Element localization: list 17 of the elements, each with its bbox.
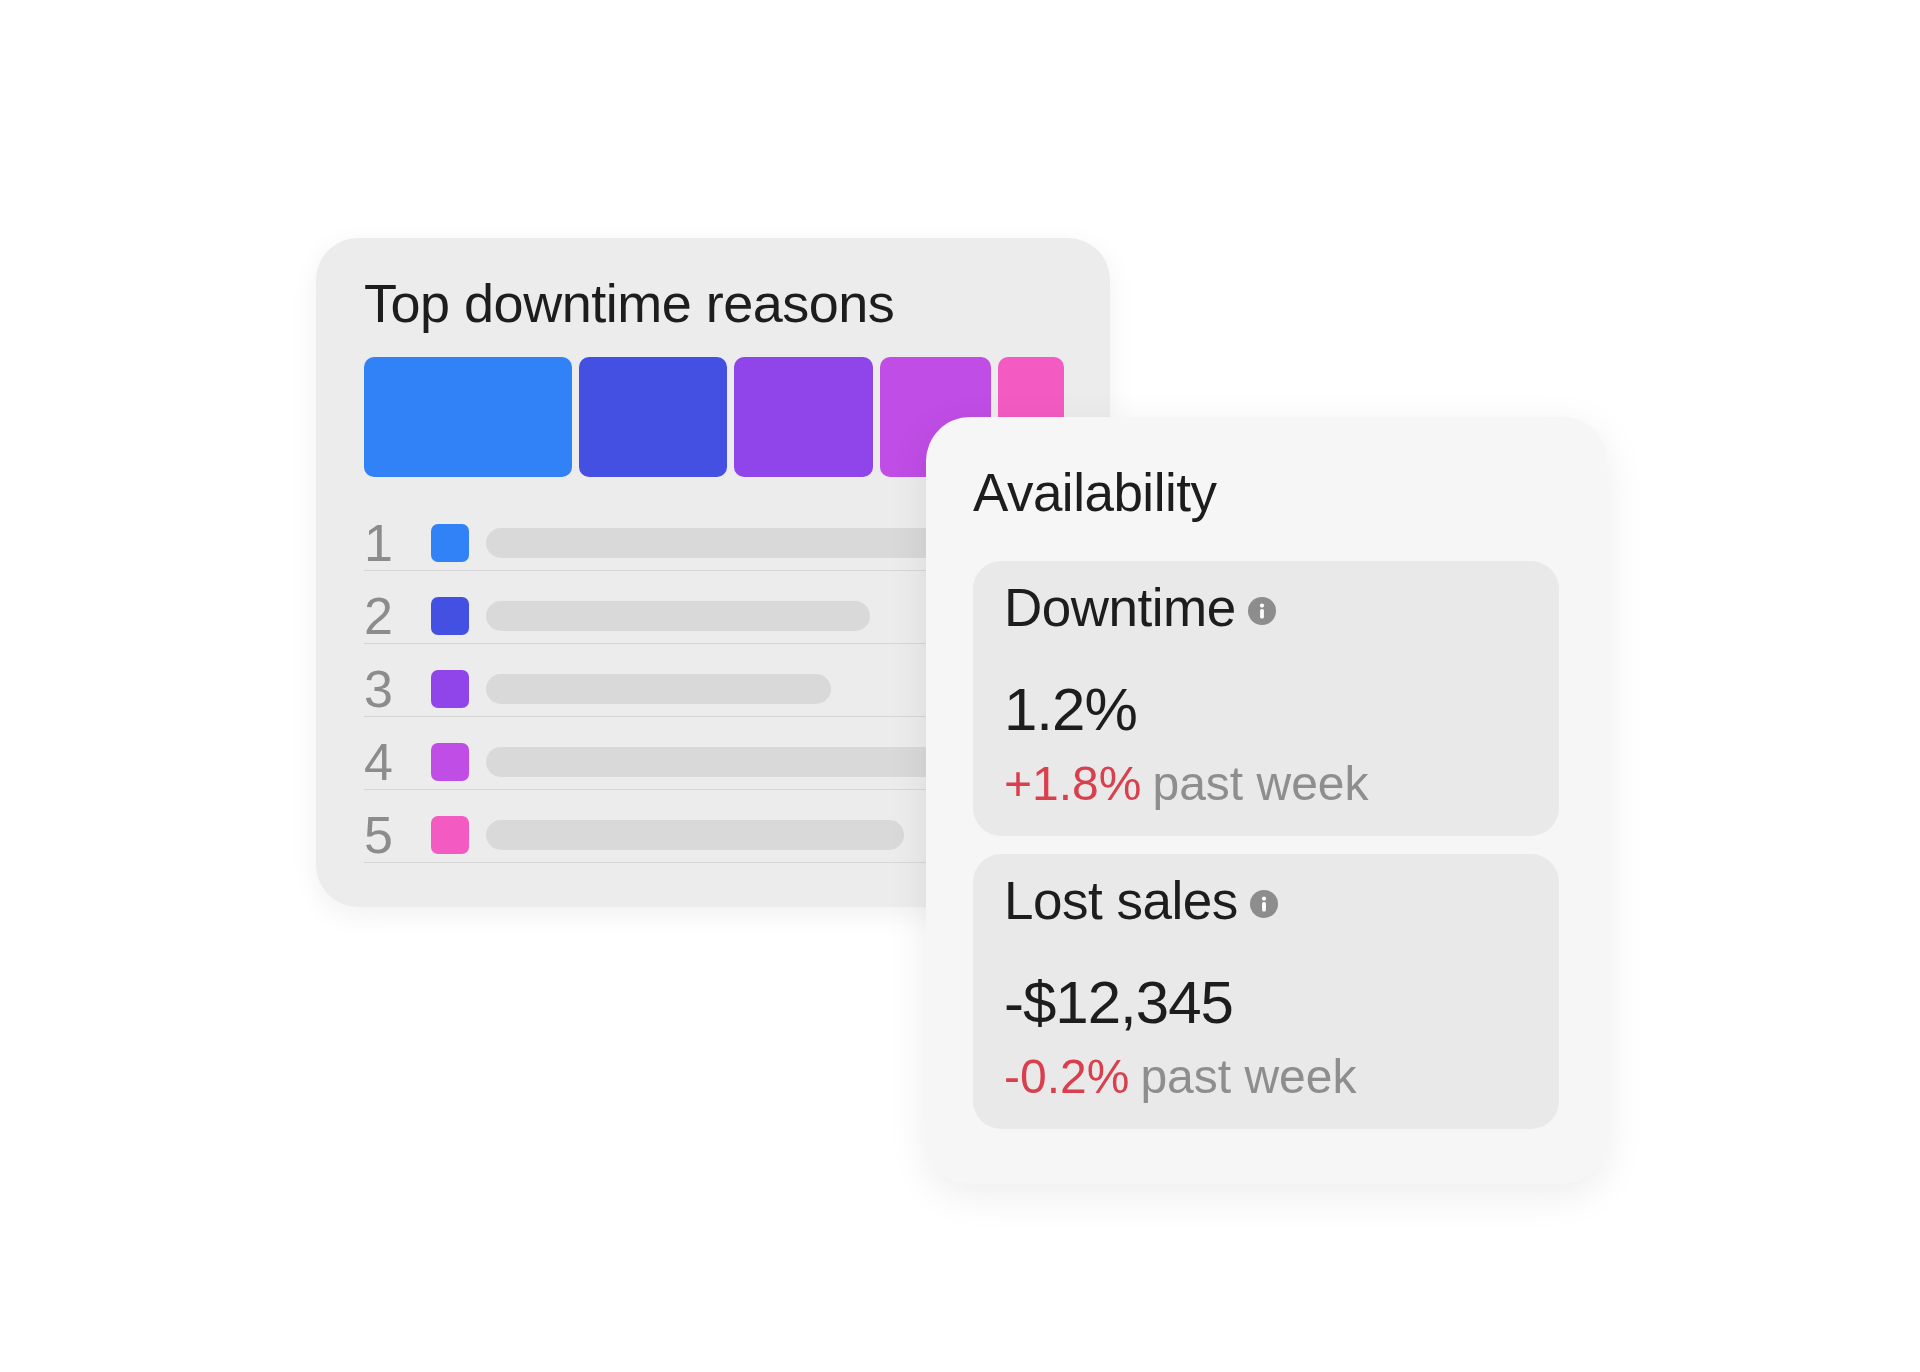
change-value: +1.8% bbox=[1004, 756, 1142, 811]
period-label: past week bbox=[1140, 1049, 1357, 1104]
rank-number: 1 bbox=[364, 516, 394, 570]
rank-number: 3 bbox=[364, 662, 394, 716]
card-title: Availability bbox=[973, 463, 1218, 523]
rank-number: 4 bbox=[364, 735, 394, 789]
change-value: -0.2% bbox=[1004, 1049, 1130, 1104]
rank-number: 5 bbox=[364, 808, 394, 862]
rank-number: 2 bbox=[364, 589, 394, 643]
metric-value: -$12,345 bbox=[1004, 968, 1234, 1038]
info-icon[interactable] bbox=[1249, 890, 1278, 918]
metric-value: 1.2% bbox=[1004, 675, 1138, 745]
period-label: past week bbox=[1152, 756, 1369, 811]
card-title: Top downtime reasons bbox=[364, 273, 896, 334]
info-icon[interactable] bbox=[1247, 597, 1276, 625]
metric-label: Downtime bbox=[1004, 578, 1236, 638]
metric-label: Lost sales bbox=[1004, 871, 1238, 931]
